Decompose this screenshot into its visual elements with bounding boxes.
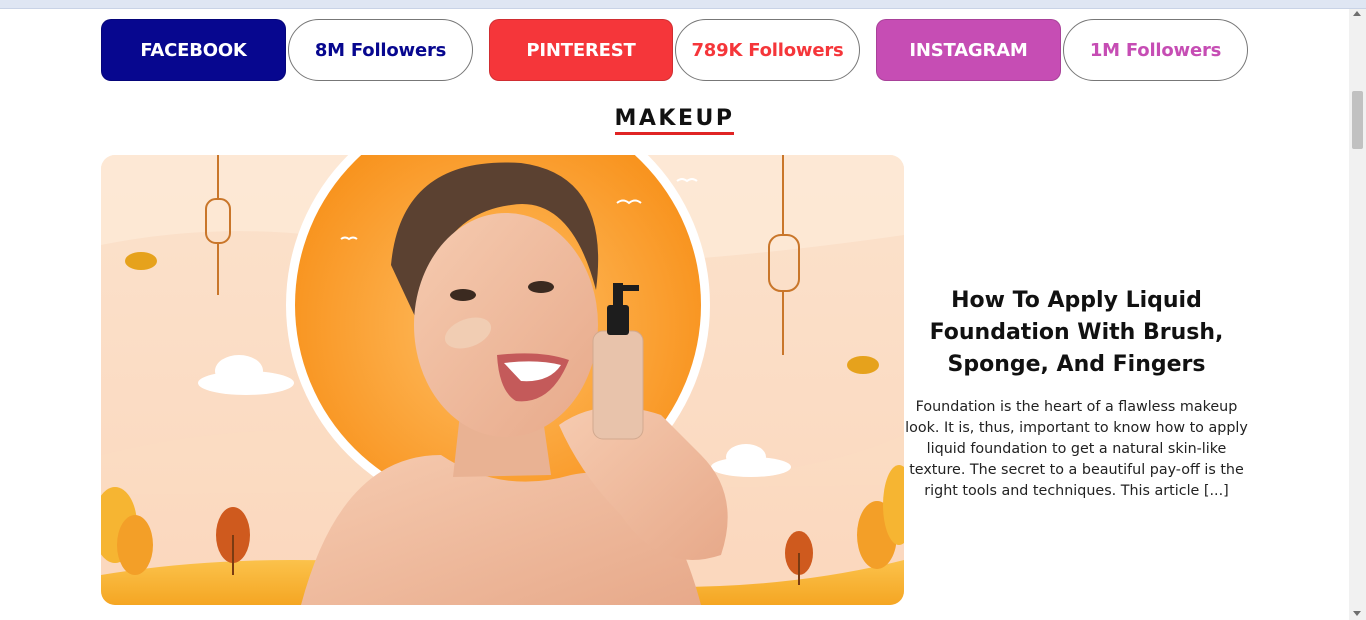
article-title[interactable]: How To Apply Liquid Foundation With Brus…	[905, 285, 1248, 381]
scroll-down-arrow-icon[interactable]	[1353, 611, 1361, 616]
instagram-followers-button[interactable]: 1M Followers	[1063, 19, 1248, 81]
facebook-button[interactable]: FACEBOOK	[101, 19, 286, 81]
article-excerpt: Foundation is the heart of a flawless ma…	[905, 399, 1248, 499]
browser-top-strip	[0, 0, 1366, 9]
section-heading: MAKEUP	[0, 105, 1349, 135]
scroll-up-arrow-icon[interactable]	[1353, 11, 1361, 16]
social-follow-bar: FACEBOOK 8M Followers PINTEREST 789K Fol…	[101, 19, 1251, 83]
instagram-button[interactable]: INSTAGRAM	[876, 19, 1061, 81]
pinterest-followers-button[interactable]: 789K Followers	[675, 19, 860, 81]
article-featured-image[interactable]	[101, 155, 904, 605]
section-title-text: MAKEUP	[614, 105, 735, 135]
makeup-illustration	[101, 155, 904, 605]
facebook-followers-button[interactable]: 8M Followers	[288, 19, 473, 81]
scrollbar-thumb[interactable]	[1352, 91, 1363, 149]
vertical-scrollbar[interactable]	[1349, 9, 1366, 620]
pinterest-button[interactable]: PINTEREST	[489, 19, 673, 81]
featured-article: How To Apply Liquid Foundation With Brus…	[905, 285, 1248, 502]
